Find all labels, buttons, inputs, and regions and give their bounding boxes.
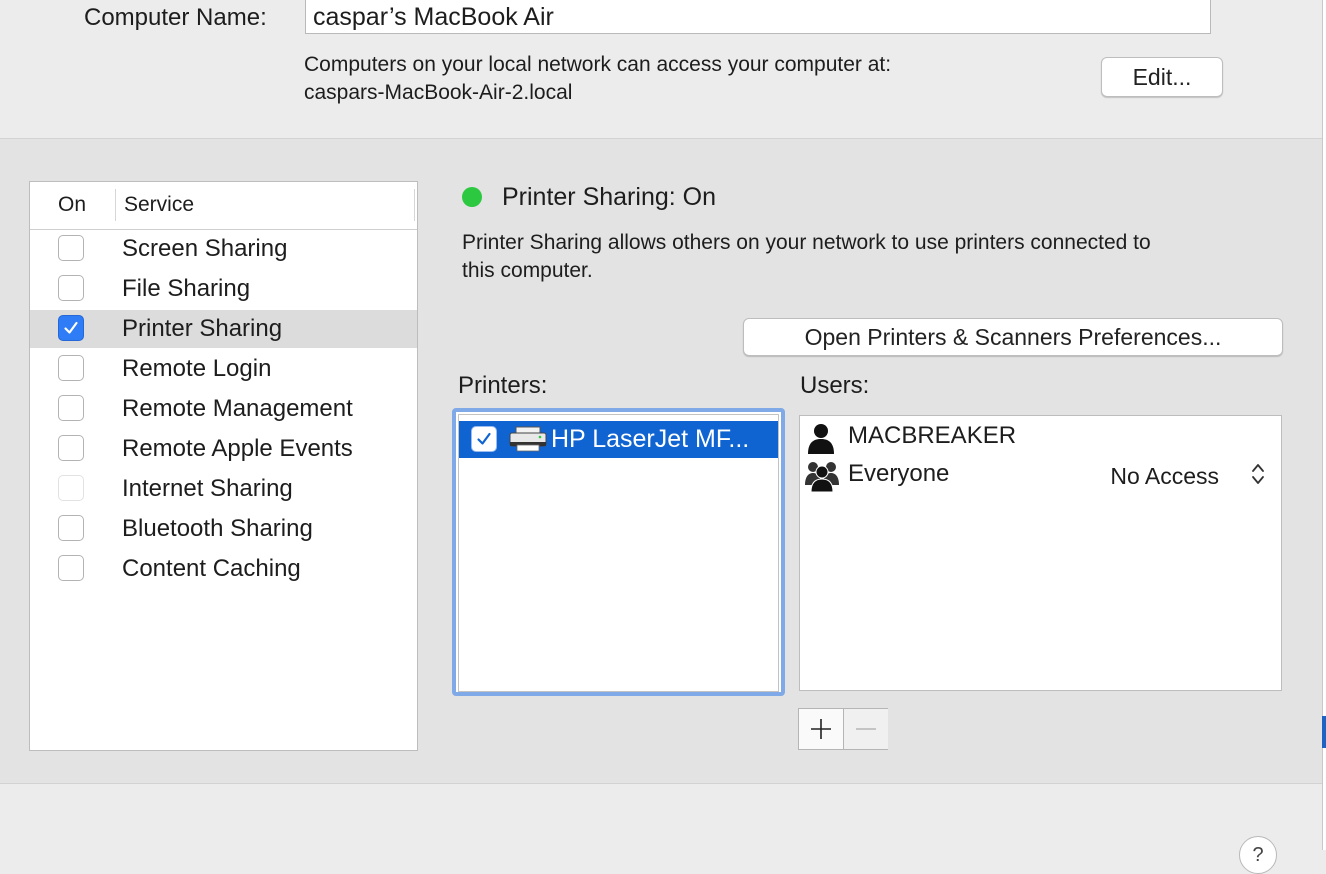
group-users-icon (804, 459, 840, 498)
column-divider (115, 189, 116, 221)
single-user-icon (804, 421, 838, 460)
service-checkbox[interactable] (58, 555, 84, 581)
user-row[interactable]: MACBREAKER (800, 418, 1281, 456)
printers-list-focus-ring: HP LaserJet MF... (452, 408, 785, 696)
column-header-on[interactable]: On (58, 193, 86, 217)
help-button[interactable]: ? (1239, 836, 1277, 874)
service-row[interactable]: Bluetooth Sharing (30, 510, 417, 548)
local-hostname: caspars-MacBook-Air-2.local (304, 81, 573, 104)
service-checkbox[interactable] (58, 435, 84, 461)
computer-name-field[interactable]: caspar’s MacBook Air (305, 0, 1211, 34)
service-checkbox[interactable] (58, 315, 84, 341)
column-header-service[interactable]: Service (124, 193, 194, 217)
service-description: Printer Sharing allows others on your ne… (462, 229, 1282, 285)
edit-hostname-button[interactable]: Edit... (1101, 57, 1223, 97)
printer-icon (509, 426, 547, 457)
service-checkbox[interactable] (58, 235, 84, 261)
permission-popup[interactable]: No Access (1110, 460, 1219, 492)
service-row[interactable]: Printer Sharing (30, 310, 417, 348)
bottom-bar (0, 784, 1322, 850)
service-description-line: this computer. (462, 259, 593, 282)
service-checkbox[interactable] (58, 275, 84, 301)
minus-icon (856, 728, 876, 730)
service-list: On Service Screen Sharing File Sharing Pri… (29, 181, 418, 751)
service-row[interactable]: Remote Login (30, 350, 417, 388)
service-label: Content Caching (122, 555, 301, 582)
up-down-chevron-icon[interactable] (1251, 462, 1265, 491)
service-list-header: On Service (30, 182, 417, 230)
service-row[interactable]: Remote Apple Events (30, 430, 417, 468)
service-checkbox (58, 475, 84, 501)
local-address-text: Computers on your local network can acce… (304, 51, 891, 107)
open-printers-scanners-button[interactable]: Open Printers & Scanners Preferences... (743, 318, 1283, 356)
service-label: Remote Management (122, 395, 353, 422)
service-checkbox[interactable] (58, 355, 84, 381)
service-label: Bluetooth Sharing (122, 515, 313, 542)
local-address-caption: Computers on your local network can acce… (304, 53, 892, 76)
printer-name: HP LaserJet MF... (551, 425, 750, 453)
service-row[interactable]: Internet Sharing (30, 470, 417, 508)
computer-name-section: Computer Name: caspar’s MacBook Air Comp… (0, 0, 1322, 139)
plus-icon (811, 719, 831, 739)
user-name: Everyone (848, 460, 950, 487)
service-status-title: Printer Sharing: On (502, 183, 716, 211)
printers-list[interactable]: HP LaserJet MF... (458, 414, 779, 692)
printers-label: Printers: (458, 372, 548, 399)
service-row[interactable]: File Sharing (30, 270, 417, 308)
service-label: Printer Sharing (122, 315, 283, 342)
users-list[interactable]: MACBREAKER Everyone No Access (799, 415, 1282, 691)
window-edge-accent (1322, 716, 1326, 748)
service-label: Remote Login (122, 355, 272, 382)
computer-name-label: Computer Name: (84, 4, 267, 31)
service-label: File Sharing (122, 275, 251, 302)
remove-user-button[interactable] (844, 709, 888, 749)
add-remove-user-controls (798, 708, 888, 750)
service-label: Remote Apple Events (122, 435, 353, 462)
service-row[interactable]: Remote Management (30, 390, 417, 428)
service-checkbox[interactable] (58, 395, 84, 421)
printer-row[interactable]: HP LaserJet MF... (459, 421, 778, 458)
user-row[interactable]: Everyone No Access (800, 456, 1281, 494)
service-row[interactable]: Content Caching (30, 550, 417, 588)
service-description-line: Printer Sharing allows others on your ne… (462, 231, 1151, 254)
status-indicator-dot (462, 187, 482, 207)
service-checkbox[interactable] (58, 515, 84, 541)
users-label: Users: (800, 372, 870, 399)
service-row[interactable]: Screen Sharing (30, 230, 417, 268)
add-user-button[interactable] (799, 709, 844, 749)
service-label: Internet Sharing (122, 475, 293, 502)
printer-share-checkbox[interactable] (471, 426, 497, 452)
service-label: Screen Sharing (122, 235, 288, 262)
column-divider (414, 189, 415, 221)
user-name: MACBREAKER (848, 422, 1017, 449)
